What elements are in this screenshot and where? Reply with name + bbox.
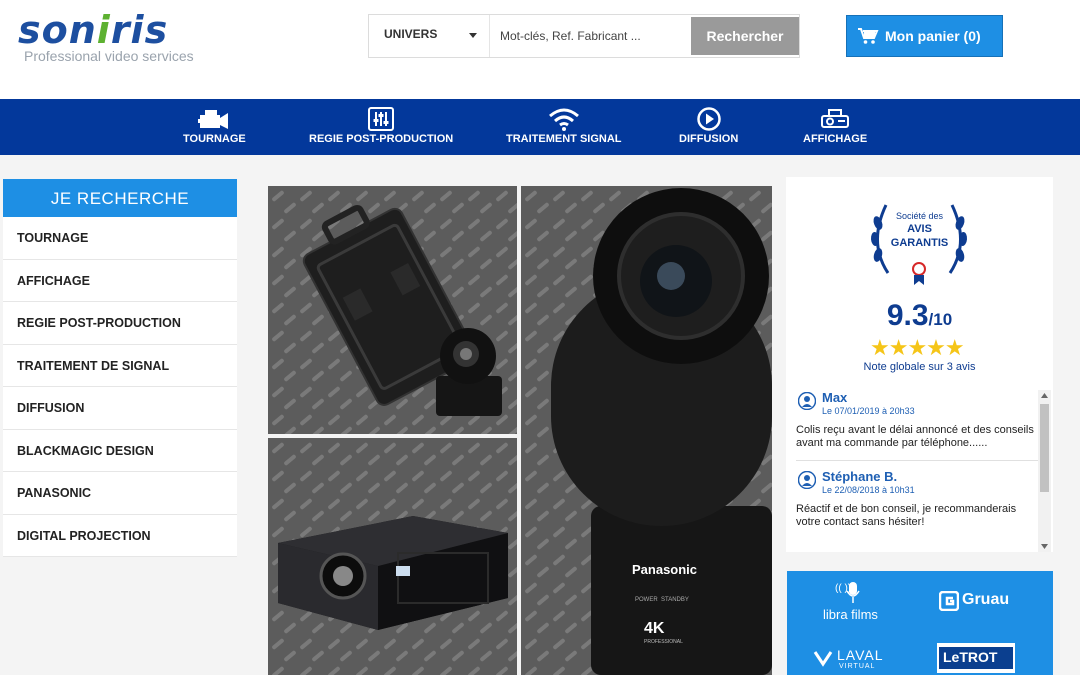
main-nav: TOURNAGE REGIE POST-PRODUCTION TRAITEMEN… [0, 99, 1080, 155]
user-avatar-icon [798, 392, 816, 410]
projector-product-image [268, 438, 517, 675]
review-author: Max [822, 390, 848, 405]
laval-virtual-sub: VIRTUAL [839, 663, 876, 670]
gruau-logo-icon [939, 591, 959, 611]
badge-line3: GARANTIS [890, 237, 949, 249]
camera-standby-label: STANDBY [661, 597, 689, 603]
chevron-down-icon [469, 33, 477, 38]
projector-icon [821, 109, 850, 128]
microphone-icon [846, 582, 860, 603]
badge-line2: AVIS [907, 223, 932, 235]
camera-4k-label: 4K [644, 620, 665, 637]
cart-label: Mon panier (0) [885, 28, 981, 44]
review-date: Le 22/08/2018 à 10h31 [822, 485, 915, 495]
cart-button[interactable]: Mon panier (0) [846, 15, 1003, 57]
product-tile-projector[interactable] [268, 438, 517, 675]
nav-label: DIFFUSION [679, 133, 739, 145]
review-list[interactable]: Max Le 07/01/2019 à 20h33 Colis reçu ava… [796, 390, 1040, 552]
site-header: soniris Professional video services UNIV… [0, 0, 1080, 99]
camera-brand-label: Panasonic [632, 562, 698, 577]
scrollbar-thumb[interactable] [1040, 404, 1049, 492]
mixer-icon [368, 107, 395, 131]
scroll-down-icon[interactable] [1041, 544, 1048, 549]
camera-icon [198, 110, 229, 129]
nav-label: AFFICHAGE [803, 133, 868, 145]
nav-label: TOURNAGE [183, 133, 246, 145]
wifi-icon [548, 108, 579, 131]
sidebar-item-digital-projection[interactable]: DIGITAL PROJECTION [3, 515, 237, 557]
letrot-logo[interactable]: LeTROT [937, 643, 1015, 673]
letrot-label: LeTROT [939, 647, 1013, 669]
case-and-ptz-camera-image [268, 186, 517, 434]
soniris-logo[interactable]: soniris Professional video services [18, 8, 228, 68]
product-tile-panasonic-camera[interactable]: Panasonic POWER STANDBY 4K PROFESSIONAL [521, 186, 772, 675]
nav-item-affichage[interactable]: AFFICHAGE [803, 107, 867, 145]
review-author: Stéphane B. [822, 469, 898, 484]
camera-4k-sub-label: PROFESSIONAL [644, 639, 683, 645]
sidebar-item-blackmagic-design[interactable]: BLACKMAGIC DESIGN [3, 430, 237, 472]
univers-label: UNIVERS [384, 27, 438, 41]
review-text: Colis reçu avant le délai annoncé et des… [796, 424, 1034, 449]
rating-note: Note globale sur 3 avis [863, 361, 976, 373]
category-sidebar: JE RECHERCHE TOURNAGE AFFICHAGE REGIE PO… [3, 179, 237, 557]
scroll-up-icon[interactable] [1041, 393, 1048, 398]
review-date: Le 07/01/2019 à 20h33 [822, 406, 915, 416]
nav-item-traitement-signal[interactable]: TRAITEMENT SIGNAL [506, 107, 622, 145]
search-button[interactable]: Rechercher [691, 17, 799, 55]
reviews-widget: Société des AVIS GARANTIS 9.3/10 ★★★★★ N… [786, 177, 1053, 552]
laval-virtual-logo[interactable]: LAVAL [837, 647, 884, 663]
nav-item-diffusion[interactable]: DIFFUSION [679, 107, 738, 145]
sidebar-item-panasonic[interactable]: PANASONIC [3, 472, 237, 515]
sidebar-item-diffusion[interactable]: DIFFUSION [3, 387, 237, 430]
camera-power-label: POWER [635, 597, 658, 603]
review-text: Réactif et de bon conseil, je recommande… [796, 503, 1017, 528]
logo-wordmark: soniris [18, 8, 169, 52]
nav-item-regie[interactable]: REGIE POST-PRODUCTION [309, 107, 453, 145]
user-avatar-icon [798, 471, 816, 489]
sidebar-title: JE RECHERCHE [3, 179, 237, 217]
gruau-logo[interactable]: Gruau [962, 591, 1009, 609]
nav-item-tournage[interactable]: TOURNAGE [183, 107, 246, 145]
sidebar-item-traitement-de-signal[interactable]: TRAITEMENT DE SIGNAL [3, 345, 237, 387]
play-icon [696, 107, 721, 131]
nav-label: REGIE POST-PRODUCTION [309, 133, 454, 145]
review-divider [796, 460, 1040, 461]
search-bar: UNIVERS Rechercher [368, 14, 800, 58]
badge-line1: Société des [895, 211, 944, 221]
univers-select[interactable]: UNIVERS [369, 15, 489, 57]
logo-tagline: Professional video services [24, 48, 194, 64]
sidebar-item-regie-post-production[interactable]: REGIE POST-PRODUCTION [3, 302, 237, 345]
review-item: Stéphane B. Le 22/08/2018 à 10h31 Réacti… [796, 469, 1040, 529]
sidebar-item-affichage[interactable]: AFFICHAGE [3, 260, 237, 302]
cart-icon [858, 28, 879, 44]
search-input[interactable] [489, 15, 691, 57]
partners-panel: (( )) libra films Gruau LAVAL VIRTUAL Le… [787, 571, 1053, 675]
libra-films-logo[interactable]: libra films [823, 607, 878, 622]
review-item: Max Le 07/01/2019 à 20h33 Colis reçu ava… [796, 390, 1040, 450]
product-tile-case-ptz[interactable] [268, 186, 517, 434]
review-scrollbar[interactable] [1038, 390, 1051, 552]
rating-stars: ★★★★★ [870, 335, 965, 360]
global-score: 9.3/10 [886, 299, 953, 332]
nav-label: TRAITEMENT SIGNAL [506, 133, 622, 145]
laval-virtual-logo-icon [813, 651, 833, 667]
sidebar-item-tournage[interactable]: TOURNAGE [3, 217, 237, 260]
